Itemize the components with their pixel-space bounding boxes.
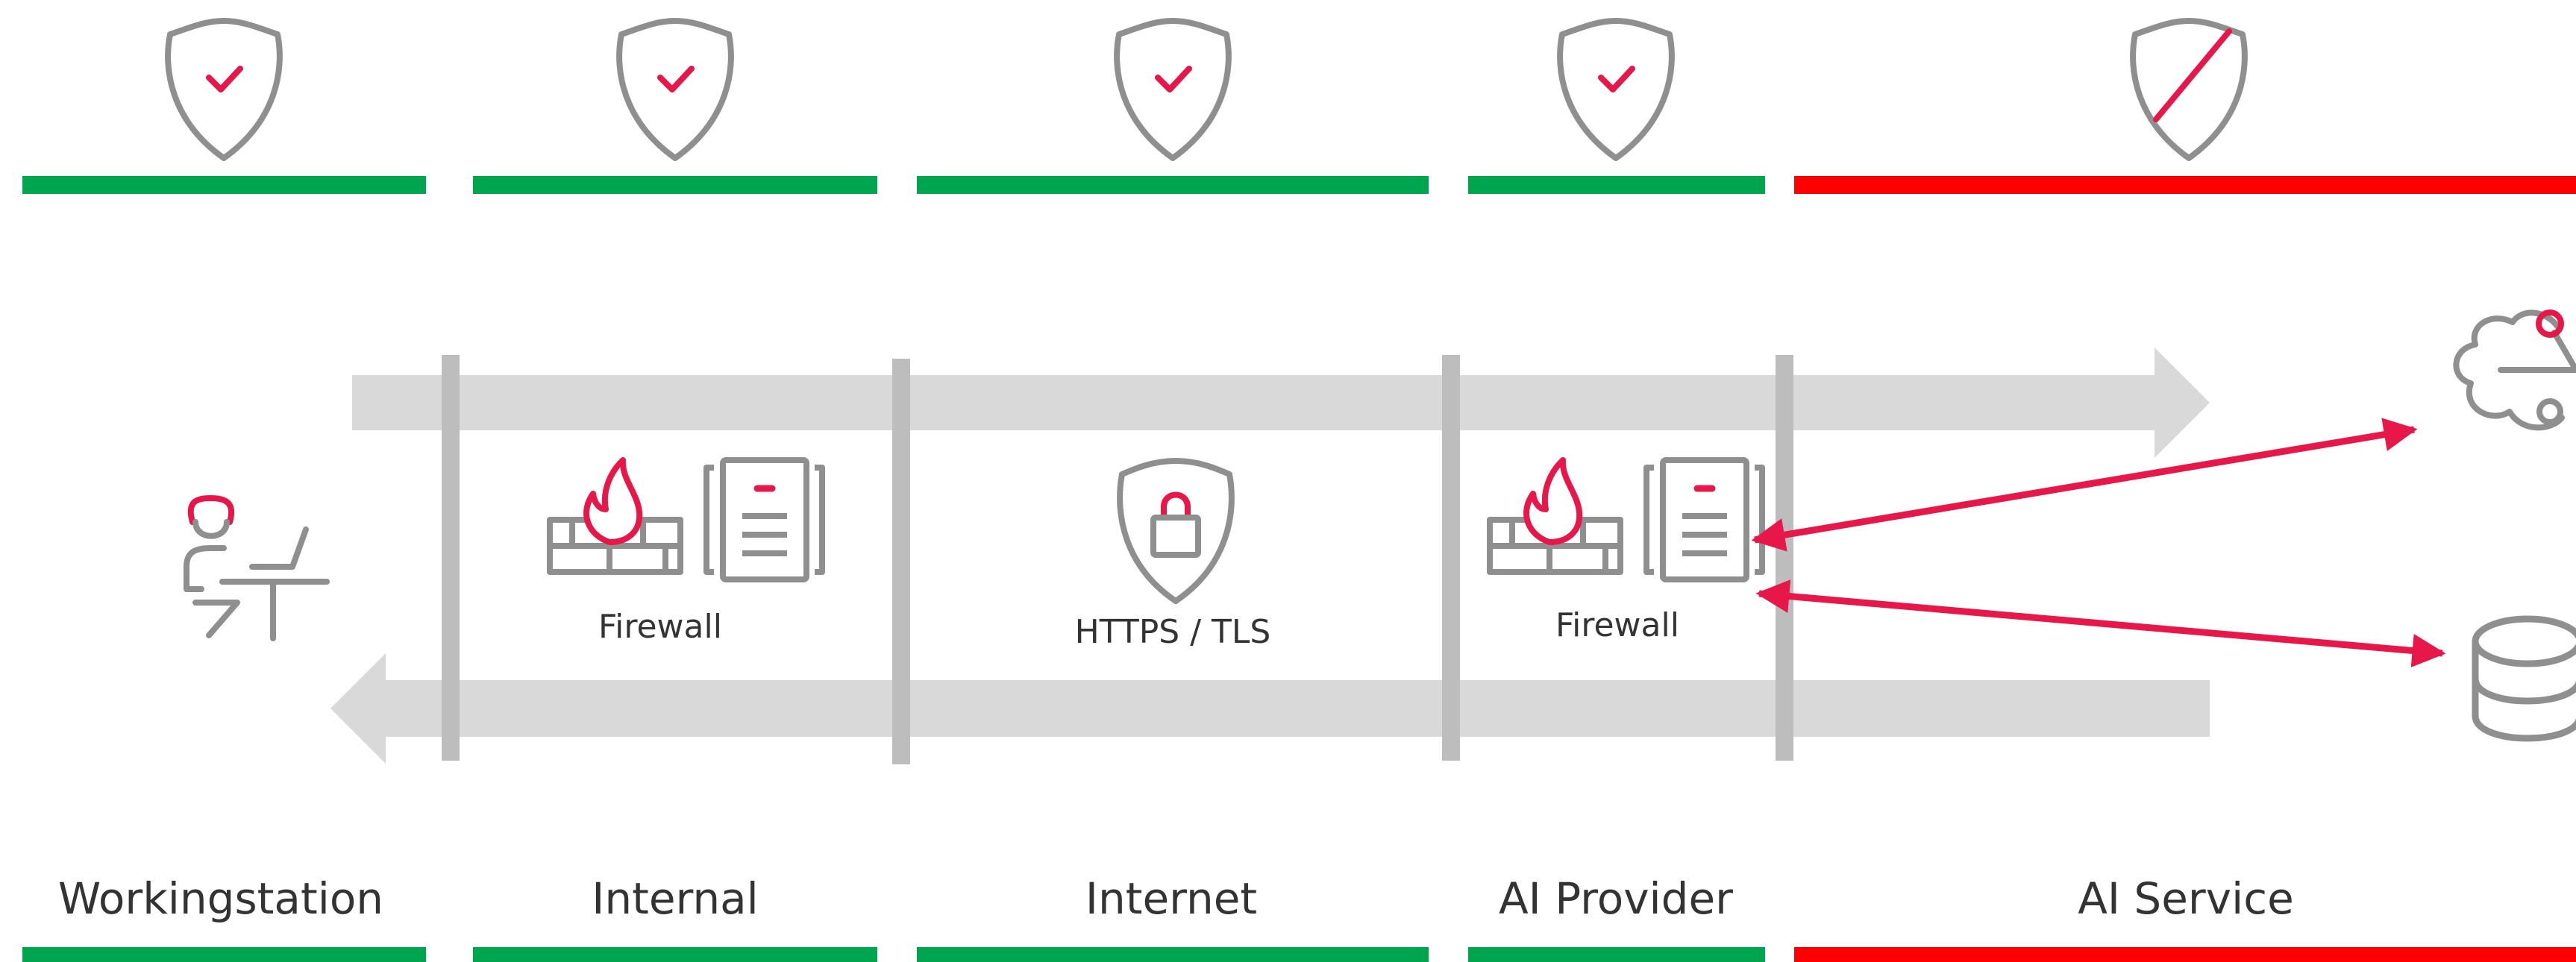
- zone-divider: [892, 359, 910, 764]
- shield-check-icon-ai-provider: [1560, 21, 1672, 158]
- shield-check-icon-workingstation: [168, 21, 280, 158]
- https-tls-label: HTTPS / TLS: [1075, 613, 1271, 651]
- cloud-network-icon: [2453, 309, 2576, 431]
- bottom-status-bar-internal: [473, 947, 877, 962]
- firewall-server-icon-internal: [550, 460, 822, 579]
- shield-check-icon-internet: [1117, 21, 1229, 158]
- outbound-flow-arrow: [352, 348, 2210, 458]
- zone-label-internal: Internal: [592, 873, 759, 924]
- top-status-bar-internal: [473, 176, 877, 194]
- shield-check-icon-internal: [619, 21, 731, 158]
- shield-slash-icon-ai-service: [2133, 21, 2245, 158]
- zone-label-internet: Internet: [1085, 873, 1257, 924]
- firewall-server-icon-ai-provider: [1490, 460, 1762, 579]
- zone-label-ai-service: AI Service: [2078, 873, 2294, 924]
- ai-service-connection-arrow-cloud: [1751, 418, 2418, 552]
- bottom-status-bar-internet: [917, 947, 1429, 962]
- bottom-status-bar-workingstation: [22, 947, 426, 962]
- shield-lock-icon: [1117, 458, 1235, 604]
- top-status-bar-ai-service: [1794, 176, 2576, 194]
- zone-divider: [1776, 355, 1793, 761]
- firewall-internal-label: Firewall: [598, 608, 722, 646]
- ai-service-connection-arrow-database: [1755, 579, 2446, 667]
- top-status-bar-internet: [917, 176, 1429, 194]
- top-status-bar-ai-provider: [1468, 176, 1765, 194]
- zone-divider: [442, 355, 460, 761]
- diagram: Firewall HTTPS / TLS Firewall Workingsta…: [0, 0, 2576, 962]
- zone-label-ai-provider: AI Provider: [1499, 873, 1733, 924]
- diagram-canvas: Firewall HTTPS / TLS Firewall Workingsta…: [22, 0, 2576, 962]
- user-at-desk-icon: [184, 495, 330, 641]
- zone-divider: [1442, 355, 1460, 761]
- firewall-ai-provider-label: Firewall: [1555, 606, 1679, 644]
- zone-label-workingstation: Workingstation: [58, 873, 383, 924]
- database-icon: [2472, 615, 2576, 742]
- inbound-flow-arrow: [330, 653, 2210, 764]
- bottom-status-bar-ai-provider: [1468, 947, 1765, 962]
- bottom-status-bar-ai-service: [1794, 947, 2576, 962]
- top-status-bar-workingstation: [22, 176, 426, 194]
